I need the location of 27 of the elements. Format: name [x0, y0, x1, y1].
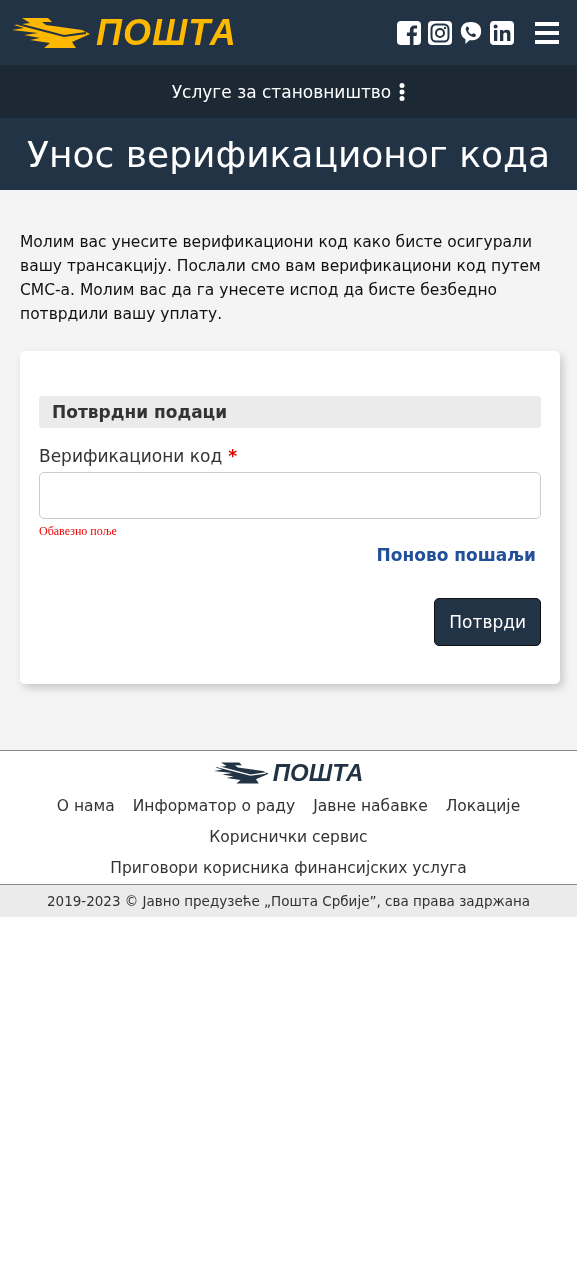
intro-text: Молим вас унесите верификациони код како бисте осигурали вашу трансакцију. Послали смо вам верификациони код путем СМС-а. Молим вас да га унесете испод да бисте безбедно потврдили вашу уплату.	[20, 232, 542, 325]
resend-link[interactable]: Поново пошаљи	[376, 545, 536, 565]
menu-icon[interactable]	[535, 21, 559, 44]
footer-link[interactable]: Јавне набавке	[313, 791, 428, 822]
footer-link[interactable]: Кориснички сервис	[209, 822, 368, 853]
footer-link[interactable]: Локације	[445, 791, 521, 822]
footer-link[interactable]: О нама	[56, 791, 115, 822]
footer-link[interactable]: Приговори корисника финансијских услуга	[110, 853, 467, 884]
footer-link[interactable]: Информатор о раду	[132, 791, 296, 822]
field-label: Верификациони код	[39, 446, 223, 466]
logo-emblem-icon	[213, 762, 270, 784]
error-message: Обавезно поље	[39, 524, 118, 539]
facebook-icon[interactable]	[397, 20, 421, 45]
linkedin-icon[interactable]	[490, 20, 514, 45]
confirm-button[interactable]: Потврди	[434, 598, 541, 646]
more-vertical-icon[interactable]	[399, 82, 406, 101]
logo-wordmark[interactable]: ПОШТА	[96, 14, 237, 51]
viber-icon[interactable]	[459, 20, 483, 45]
footer-logo-wordmark[interactable]: ПОШТА	[272, 761, 364, 785]
page-title: Унос верификационог кода	[27, 133, 550, 175]
verification-code-field[interactable]	[39, 472, 541, 519]
section-title: Потврдни подаци	[52, 402, 228, 422]
logo-emblem-icon	[12, 17, 92, 48]
instagram-icon[interactable]	[428, 20, 452, 45]
copyright-text: 2019-2023 © Јавно предузеће „Пошта Србије”, сва права задржана	[46, 893, 531, 909]
required-mark: *	[228, 446, 238, 466]
services-menu-link[interactable]: Услуге за становништво	[171, 81, 392, 102]
